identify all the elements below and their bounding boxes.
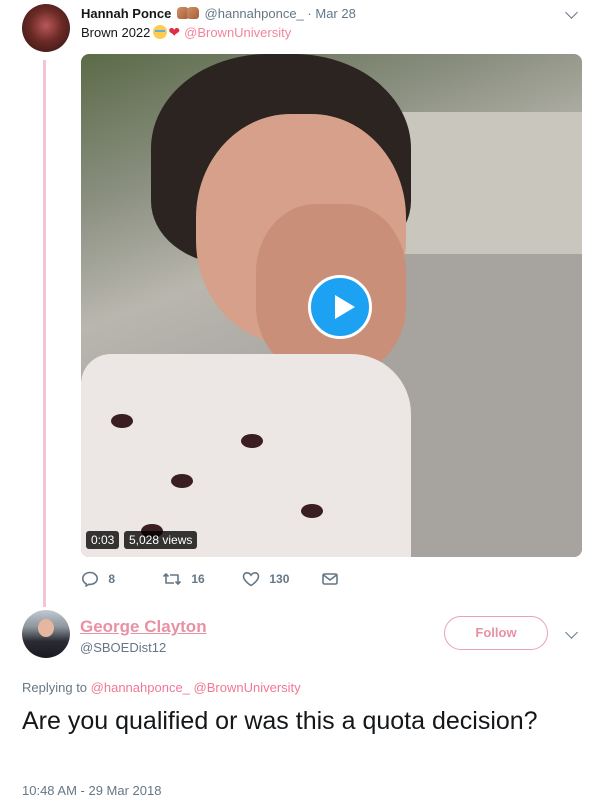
- video-frame-pattern: [171, 474, 193, 488]
- video-views-badge: 5,028 views: [124, 531, 198, 549]
- author-handle[interactable]: @hannahponce_: [205, 6, 304, 21]
- video-frame-pattern: [241, 434, 263, 448]
- tweet-header: Hannah Ponce @hannahponce_ · Mar 28: [81, 6, 356, 22]
- praise-hands-icon: [186, 7, 199, 19]
- chevron-down-icon[interactable]: [565, 6, 578, 19]
- video-frame-shirt: [81, 354, 411, 557]
- author-name[interactable]: George Clayton: [80, 617, 207, 637]
- crying-face-icon: [153, 25, 168, 39]
- thread-connector-line: [43, 60, 46, 607]
- author-name[interactable]: Hannah Ponce: [81, 6, 171, 21]
- retweet-icon: [162, 573, 182, 585]
- like-icon: [242, 571, 260, 587]
- replying-to-line: Replying to @hannahponce_ @BrownUniversi…: [22, 680, 301, 695]
- retweet-count: 16: [191, 572, 205, 586]
- video-player[interactable]: 0:03 5,028 views: [81, 54, 582, 557]
- mention-link[interactable]: @hannahponce_: [91, 680, 190, 695]
- direct-message-icon: [322, 573, 338, 585]
- chevron-down-icon[interactable]: [565, 626, 578, 639]
- reply-icon: [81, 571, 99, 587]
- video-duration-badge: 0:03: [86, 531, 120, 549]
- tweet-timestamp[interactable]: 10:48 AM - 29 Mar 2018: [22, 783, 161, 798]
- avatar[interactable]: [22, 4, 70, 52]
- play-icon[interactable]: [308, 275, 372, 339]
- direct-message-button[interactable]: [321, 571, 339, 587]
- reply-count: 8: [108, 572, 116, 586]
- red-heart-icon: ❤: [168, 24, 181, 40]
- reply-tweet-text: Are you qualified or was this a quota de…: [22, 707, 538, 735]
- like-button[interactable]: 130: [242, 571, 289, 587]
- separator-dot: ·: [307, 6, 312, 21]
- video-frame-ground: [381, 254, 582, 557]
- reply-button[interactable]: 8: [81, 571, 115, 587]
- like-count: 130: [269, 572, 290, 586]
- author-handle[interactable]: @SBOEDist12: [80, 640, 166, 655]
- avatar[interactable]: [22, 610, 70, 658]
- tweet-text-body: Brown 2022: [81, 25, 151, 40]
- mention-link[interactable]: @BrownUniversity: [194, 680, 301, 695]
- follow-button[interactable]: Follow: [444, 616, 548, 650]
- replying-to-label: Replying to: [22, 680, 88, 695]
- video-frame-pattern: [111, 414, 133, 428]
- tweet-date[interactable]: Mar 28: [315, 6, 355, 21]
- mention-link[interactable]: @BrownUniversity: [184, 25, 291, 40]
- retweet-button[interactable]: 16: [162, 571, 205, 587]
- tweet-text: Brown 2022 ❤ @BrownUniversity: [81, 24, 291, 41]
- video-frame-pattern: [301, 504, 323, 518]
